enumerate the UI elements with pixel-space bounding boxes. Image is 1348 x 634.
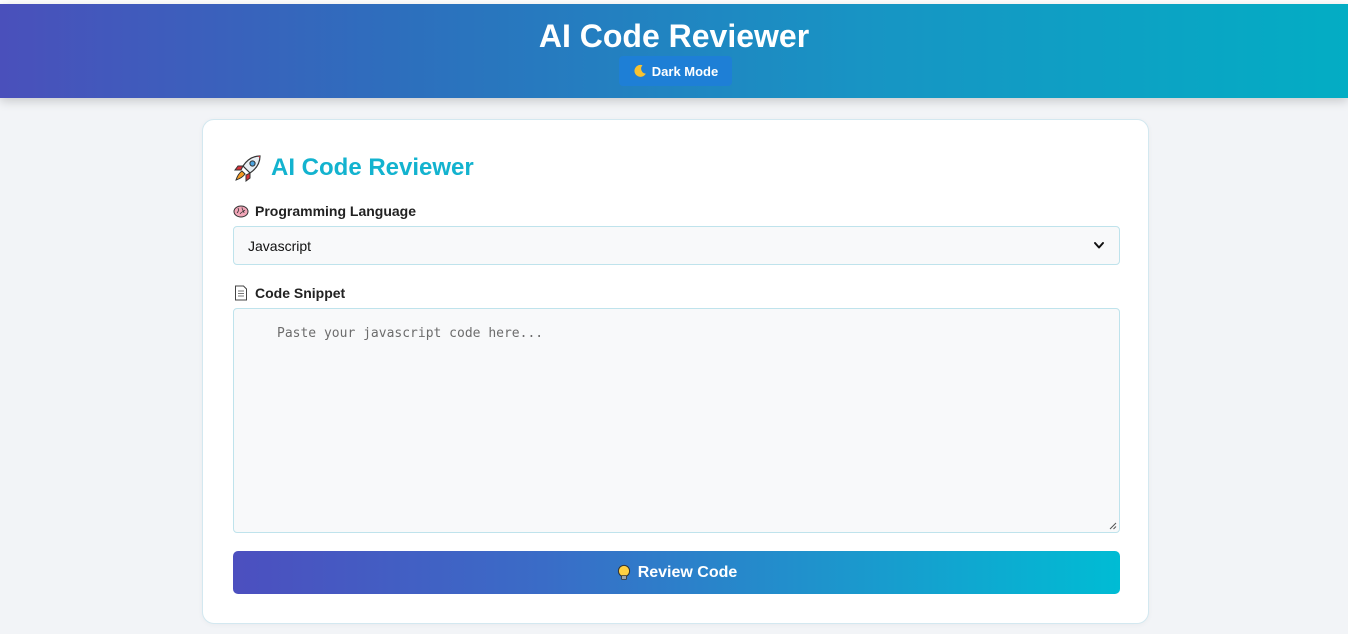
language-label: Programming Language bbox=[233, 203, 416, 219]
code-snippet-textarea[interactable]: Paste your javascript code here... bbox=[233, 308, 1120, 533]
code-snippet-label: Code Snippet bbox=[233, 285, 345, 301]
app-title: AI Code Reviewer bbox=[538, 18, 810, 54]
review-code-button[interactable]: Review Code bbox=[233, 551, 1120, 594]
document-icon bbox=[233, 285, 249, 301]
language-select[interactable]: Javascript bbox=[233, 226, 1120, 265]
brain-icon bbox=[233, 203, 249, 219]
rocket-icon bbox=[233, 153, 263, 183]
review-card: AI Code Reviewer Programming Language Ja… bbox=[202, 119, 1149, 624]
card-title: AI Code Reviewer bbox=[233, 152, 474, 184]
code-snippet-label-text: Code Snippet bbox=[255, 285, 346, 301]
language-label-text: Programming Language bbox=[255, 203, 417, 219]
dark-mode-toggle-button[interactable]: Dark Mode bbox=[619, 56, 732, 86]
lightbulb-icon bbox=[616, 564, 632, 582]
resize-handle-icon[interactable] bbox=[1108, 521, 1117, 530]
review-code-label: Review Code bbox=[637, 563, 738, 581]
moon-icon bbox=[633, 64, 647, 78]
app-header: AI Code Reviewer Dark Mode bbox=[0, 4, 1348, 98]
language-select-value: Javascript bbox=[248, 237, 312, 254]
dark-mode-label: Dark Mode bbox=[651, 63, 719, 79]
chevron-down-icon bbox=[1093, 238, 1105, 254]
code-snippet-placeholder: Paste your javascript code here... bbox=[277, 326, 544, 341]
card-title-text: AI Code Reviewer bbox=[271, 154, 474, 181]
